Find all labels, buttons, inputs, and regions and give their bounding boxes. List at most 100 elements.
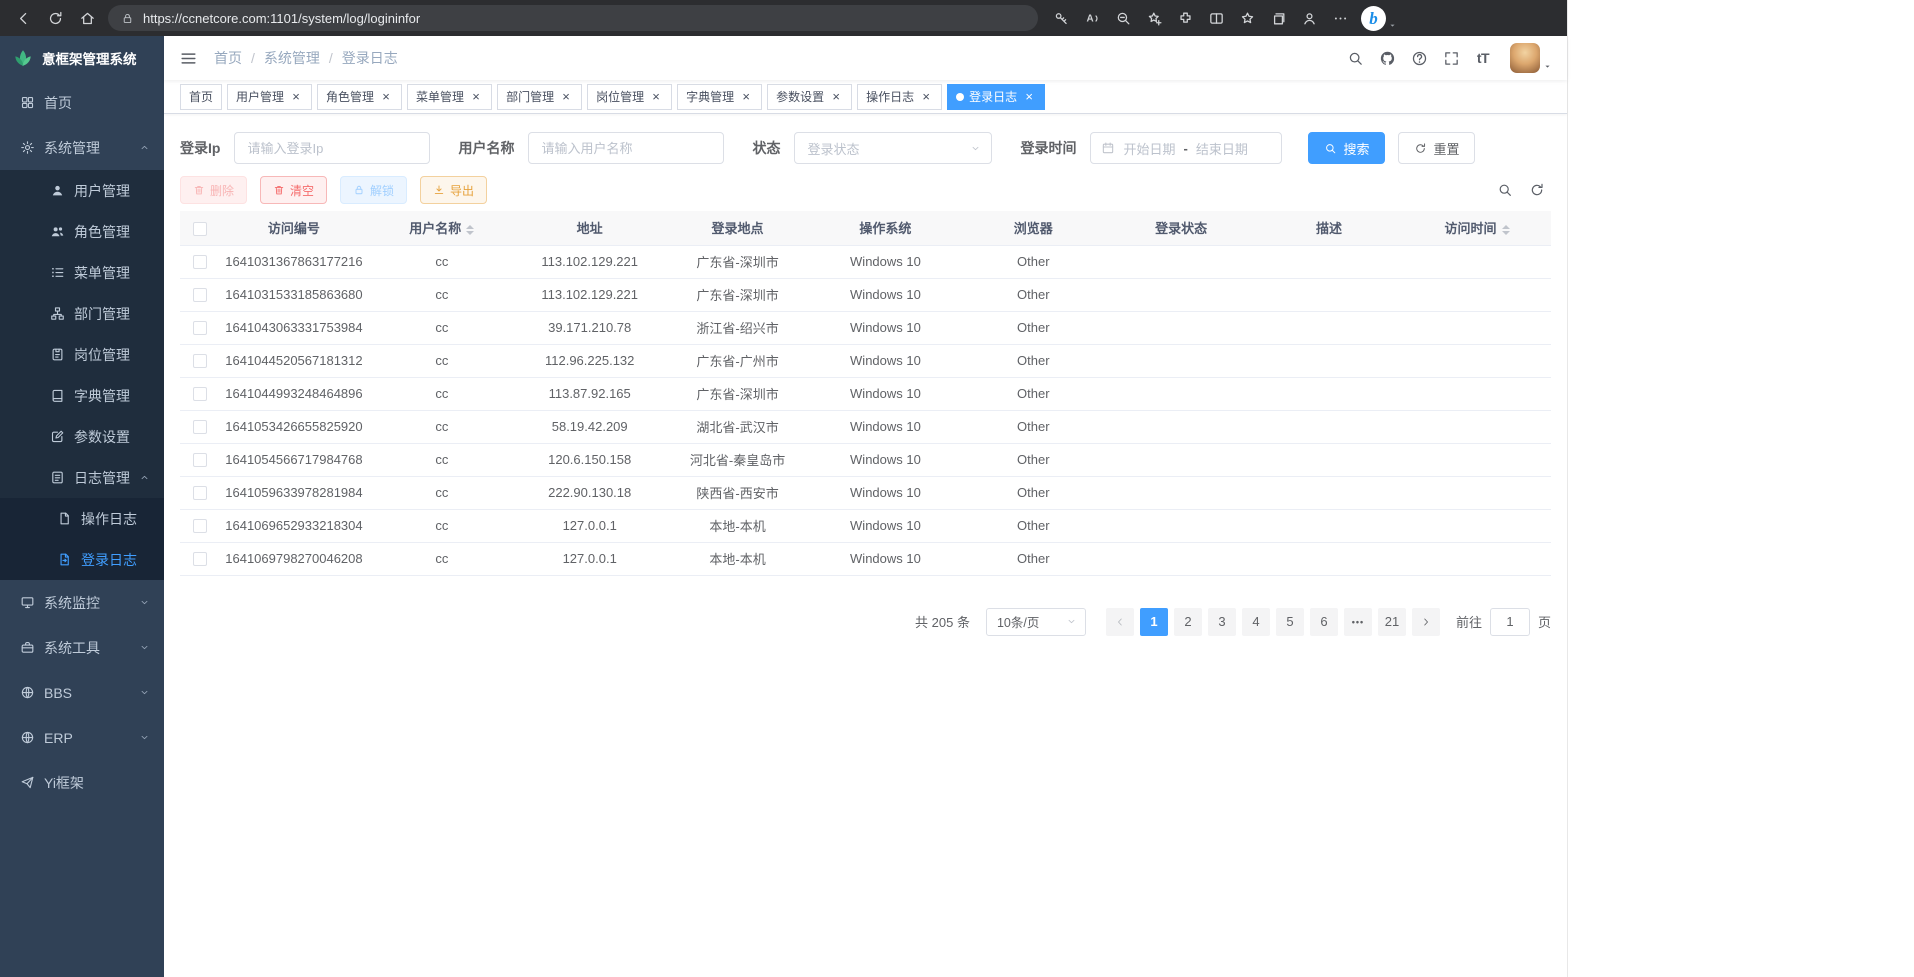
key-button[interactable] [1046, 4, 1076, 32]
goto-page-input[interactable] [1490, 608, 1530, 636]
sidebar-item-system-monitor[interactable]: 系统监控 [0, 580, 164, 625]
sidebar-item-yi-framework[interactable]: Yi框架 [0, 760, 164, 805]
user-menu[interactable] [1510, 43, 1552, 73]
back-button[interactable] [8, 4, 38, 32]
more-pages-button[interactable]: ••• [1344, 608, 1372, 636]
copilot-icon[interactable]: b [1361, 6, 1386, 31]
refresh-table-icon[interactable] [1529, 182, 1545, 198]
avatar[interactable] [1510, 43, 1540, 73]
page-size-select[interactable]: 10条/页 [986, 608, 1086, 636]
favorites-bar-button[interactable] [1232, 4, 1262, 32]
sort-carets[interactable] [466, 225, 474, 235]
reset-button[interactable]: 重置 [1398, 132, 1475, 164]
breadcrumb-system[interactable]: 系统管理 [264, 48, 320, 68]
export-button[interactable]: 导出 [420, 176, 487, 204]
page-6-button[interactable]: 6 [1310, 608, 1338, 636]
row-checkbox[interactable] [193, 420, 207, 434]
select-all-checkbox[interactable] [193, 222, 207, 236]
row-checkbox[interactable] [193, 354, 207, 368]
sidebar-item-home[interactable]: 首页 [0, 80, 164, 125]
breadcrumb-home[interactable]: 首页 [214, 48, 242, 68]
sidebar-item-system-tools[interactable]: 系统工具 [0, 625, 164, 670]
sidebar-item-post-mgmt[interactable]: 岗位管理 [0, 334, 164, 375]
fullscreen-button[interactable] [1436, 42, 1466, 74]
column-header[interactable]: 用户名称 [368, 211, 516, 245]
question-button[interactable] [1404, 42, 1434, 74]
tab-post-mgmt[interactable]: 岗位管理× [587, 84, 672, 110]
delete-button[interactable]: 删除 [180, 176, 247, 204]
address-bar[interactable]: https://ccnetcore.com:1101/system/log/lo… [108, 5, 1038, 31]
close-icon[interactable]: × [469, 90, 483, 104]
toggle-search-icon[interactable] [1497, 182, 1513, 198]
sidebar-item-system-mgmt[interactable]: 系统管理 [0, 125, 164, 170]
sidebar-item-log-mgmt[interactable]: 日志管理 [0, 457, 164, 498]
user-name-input[interactable] [528, 132, 724, 164]
row-checkbox[interactable] [193, 288, 207, 302]
extensions-button[interactable] [1170, 4, 1200, 32]
sidebar-item-erp[interactable]: ERP [0, 715, 164, 760]
page-21-button[interactable]: 21 [1378, 608, 1406, 636]
collections-button[interactable] [1263, 4, 1293, 32]
next-page-button[interactable] [1412, 608, 1440, 636]
row-checkbox[interactable] [193, 387, 207, 401]
close-icon[interactable]: × [739, 90, 753, 104]
close-icon[interactable]: × [1022, 90, 1036, 104]
tab-home[interactable]: 首页 [180, 84, 222, 110]
sort-carets[interactable] [1502, 225, 1510, 235]
close-icon[interactable]: × [559, 90, 573, 104]
unlock-button[interactable]: 解锁 [340, 176, 407, 204]
tab-dict-mgmt[interactable]: 字典管理× [677, 84, 762, 110]
app-logo[interactable]: 意框架管理系统 [0, 36, 164, 80]
row-checkbox[interactable] [193, 321, 207, 335]
close-icon[interactable]: × [289, 90, 303, 104]
sidebar-item-login-log[interactable]: 登录日志 [0, 539, 164, 580]
page-3-button[interactable]: 3 [1208, 608, 1236, 636]
github-button[interactable] [1372, 42, 1402, 74]
page-5-button[interactable]: 5 [1276, 608, 1304, 636]
close-icon[interactable]: × [829, 90, 843, 104]
font-size-button[interactable]: tT [1468, 42, 1498, 74]
more-button[interactable] [1325, 4, 1355, 32]
sidebar-item-user-mgmt[interactable]: 用户管理 [0, 170, 164, 211]
sidebar-item-param-settings[interactable]: 参数设置 [0, 416, 164, 457]
tab-role-mgmt[interactable]: 角色管理× [317, 84, 402, 110]
tab-user-mgmt[interactable]: 用户管理× [227, 84, 312, 110]
tab-op-log[interactable]: 操作日志× [857, 84, 942, 110]
close-icon[interactable]: × [379, 90, 393, 104]
row-checkbox[interactable] [193, 453, 207, 467]
site-info-icon[interactable] [121, 12, 134, 25]
sidebar-item-menu-mgmt[interactable]: 菜单管理 [0, 252, 164, 293]
login-ip-input[interactable] [234, 132, 430, 164]
zoom-button[interactable] [1108, 4, 1138, 32]
column-header[interactable]: 访问时间 [1403, 211, 1551, 245]
close-icon[interactable]: × [919, 90, 933, 104]
hamburger-icon[interactable] [179, 49, 198, 68]
refresh-button[interactable] [40, 4, 70, 32]
tab-login-log[interactable]: 登录日志× [947, 84, 1045, 110]
sidebar-item-dict-mgmt[interactable]: 字典管理 [0, 375, 164, 416]
split-screen-button[interactable] [1201, 4, 1231, 32]
tab-param-settings[interactable]: 参数设置× [767, 84, 852, 110]
status-select[interactable]: 登录状态 [794, 132, 992, 164]
row-checkbox[interactable] [193, 519, 207, 533]
sidebar-item-bbs[interactable]: BBS [0, 670, 164, 715]
row-checkbox[interactable] [193, 552, 207, 566]
row-checkbox[interactable] [193, 255, 207, 269]
close-icon[interactable]: × [649, 90, 663, 104]
read-aloud-button[interactable]: A [1077, 4, 1107, 32]
page-2-button[interactable]: 2 [1174, 608, 1202, 636]
prev-page-button[interactable] [1106, 608, 1134, 636]
clear-button[interactable]: 清空 [260, 176, 327, 204]
login-time-range-picker[interactable]: 开始日期 - 结束日期 [1090, 132, 1282, 164]
row-checkbox[interactable] [193, 486, 207, 500]
favorite-add-button[interactable] [1139, 4, 1169, 32]
search-button[interactable]: 搜索 [1308, 132, 1385, 164]
sidebar-item-dept-mgmt[interactable]: 部门管理 [0, 293, 164, 334]
profile-button[interactable] [1294, 4, 1324, 32]
tab-dept-mgmt[interactable]: 部门管理× [497, 84, 582, 110]
caret-down-icon[interactable] [1388, 21, 1397, 30]
page-1-button[interactable]: 1 [1140, 608, 1168, 636]
search-button[interactable] [1340, 42, 1370, 74]
tab-menu-mgmt[interactable]: 菜单管理× [407, 84, 492, 110]
sidebar-item-op-log[interactable]: 操作日志 [0, 498, 164, 539]
